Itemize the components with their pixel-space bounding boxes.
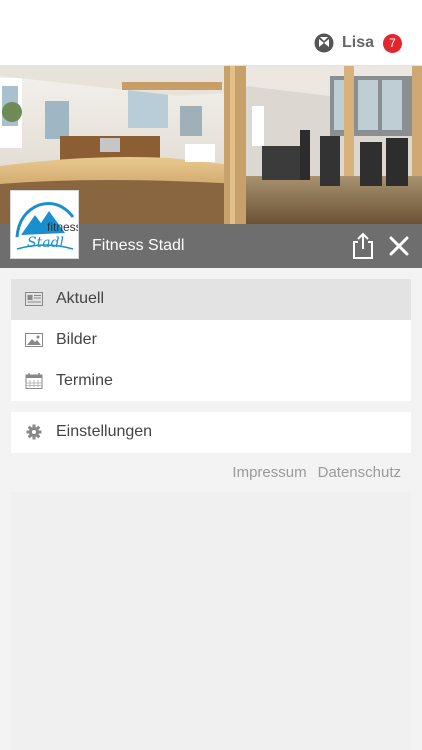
image-icon xyxy=(25,333,43,347)
main-menu: Aktuell Bilder Termine xyxy=(11,279,411,401)
logo-script: Stadl xyxy=(27,235,64,251)
menu-item-termine[interactable]: Termine xyxy=(11,361,411,402)
menu-item-label: Termine xyxy=(56,372,113,389)
settings-menu: Einstellungen xyxy=(11,412,411,453)
user-name: Lisa xyxy=(341,34,374,51)
impressum-link[interactable]: Impressum xyxy=(232,464,306,481)
studio-name: Fitness Stadl xyxy=(92,237,185,254)
notification-badge[interactable]: 7 xyxy=(383,33,402,53)
footer-links: Impressum Datenschutz xyxy=(232,464,401,481)
gear-icon xyxy=(26,424,42,440)
account-switch-icon xyxy=(314,33,334,53)
close-icon[interactable] xyxy=(388,235,410,257)
logo-wordmark: fitness xyxy=(47,220,78,234)
calendar-icon xyxy=(25,373,43,389)
news-icon xyxy=(25,292,43,306)
user-menu[interactable]: Lisa 7 xyxy=(314,33,402,53)
menu-item-label: Einstellungen xyxy=(56,423,153,440)
menu-item-label: Aktuell xyxy=(56,290,105,307)
top-bar: Lisa 7 xyxy=(0,0,422,66)
menu-item-einstellungen[interactable]: Einstellungen xyxy=(11,412,411,453)
menu-item-label: Bilder xyxy=(56,331,97,348)
content-placeholder xyxy=(11,492,411,750)
studio-logo: fitness Stadl xyxy=(10,190,82,259)
datenschutz-link[interactable]: Datenschutz xyxy=(318,464,401,481)
menu-item-aktuell[interactable]: Aktuell xyxy=(11,279,411,320)
share-icon[interactable] xyxy=(351,232,375,260)
menu-item-bilder[interactable]: Bilder xyxy=(11,320,411,361)
